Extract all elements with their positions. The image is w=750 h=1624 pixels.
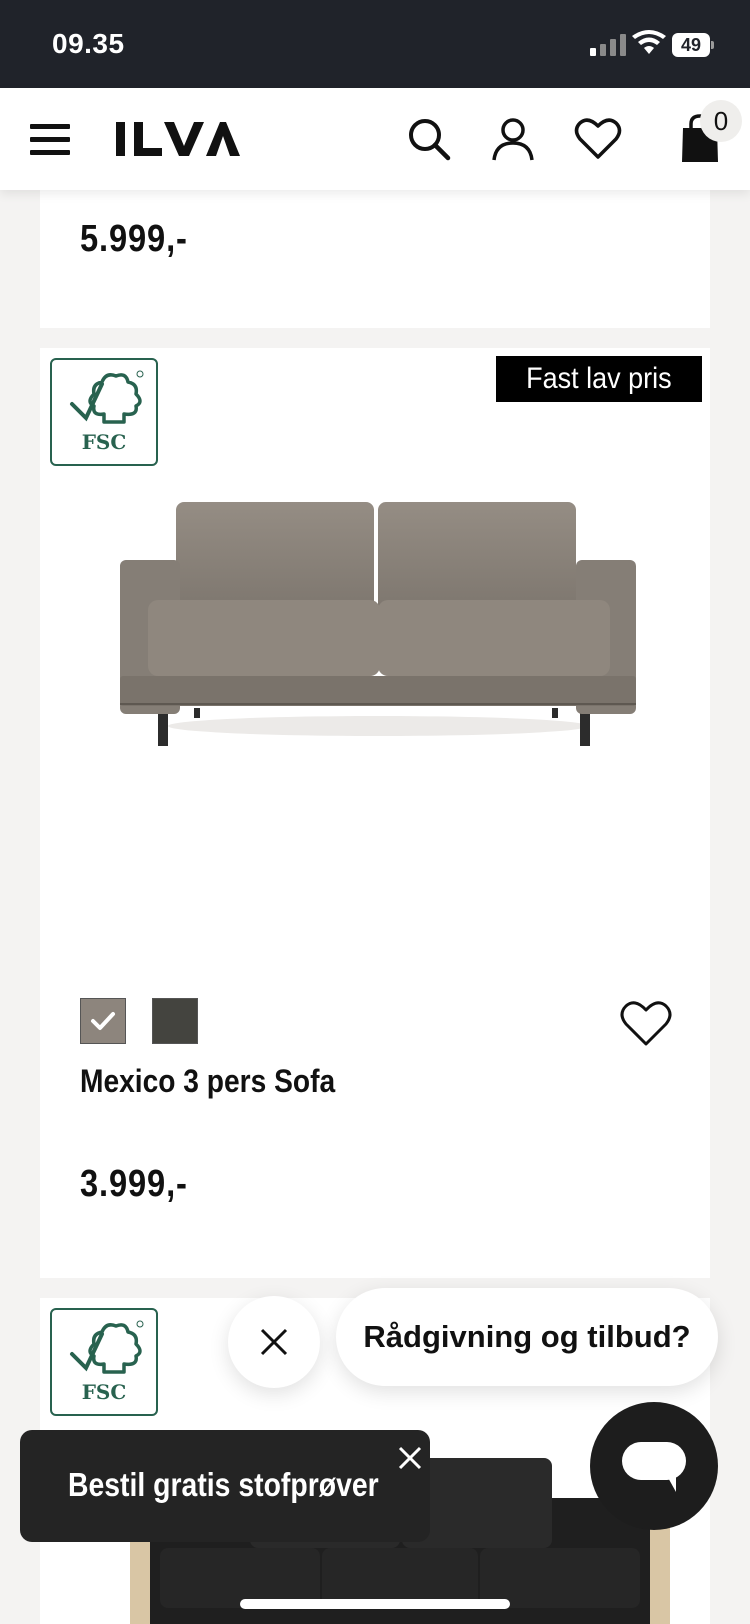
fabric-samples-toast[interactable]: Bestil gratis stofprøver (20, 1430, 430, 1542)
color-swatch-beige[interactable] (80, 998, 126, 1044)
site-header: 0 (0, 88, 750, 190)
battery-level: 49 (672, 33, 710, 57)
chat-close-button[interactable] (228, 1296, 320, 1388)
user-icon[interactable] (490, 116, 536, 162)
home-indicator (240, 1599, 510, 1609)
cart-count-badge[interactable]: 0 (700, 100, 742, 142)
product-price: 5.999,- (80, 218, 188, 260)
tree-check-icon (70, 370, 144, 424)
toast-close-icon[interactable] (394, 1442, 426, 1474)
product-price: 3.999,- (80, 1163, 188, 1205)
price-badge: Fast lav pris (496, 356, 702, 402)
product-name[interactable]: Mexico 3 pers Sofa (80, 1063, 335, 1100)
tree-check-icon (70, 1320, 144, 1374)
product-card[interactable]: FSC Fast lav pris Mexico 3 pers Sofa 3.9… (40, 348, 710, 1278)
status-time: 09.35 (52, 28, 125, 59)
chat-button[interactable] (590, 1402, 718, 1530)
fsc-label: FSC (81, 1380, 127, 1404)
check-icon (91, 1012, 115, 1030)
sofa-image[interactable] (118, 498, 638, 748)
wishlist-heart-icon[interactable] (620, 1000, 672, 1048)
signal-icon (590, 34, 626, 56)
toast-text[interactable]: Bestil gratis stofprøver (68, 1466, 379, 1504)
fsc-label: FSC (81, 430, 127, 454)
chat-icon (622, 1442, 686, 1492)
heart-icon[interactable] (574, 116, 622, 162)
menu-icon[interactable] (30, 124, 70, 156)
fsc-logo: FSC (50, 1308, 158, 1416)
search-icon[interactable] (406, 116, 452, 162)
close-icon (260, 1328, 288, 1356)
fsc-logo: FSC (50, 358, 158, 466)
product-card[interactable]: 5.999,- (40, 190, 710, 328)
ilva-logo[interactable] (116, 120, 240, 158)
status-bar: 09.35 49 (0, 0, 750, 88)
battery-icon: 49 (672, 33, 714, 57)
wifi-icon (632, 30, 666, 54)
chat-prompt-bubble[interactable]: Rådgivning og tilbud? (336, 1288, 718, 1386)
color-swatch-dark[interactable] (152, 998, 198, 1044)
